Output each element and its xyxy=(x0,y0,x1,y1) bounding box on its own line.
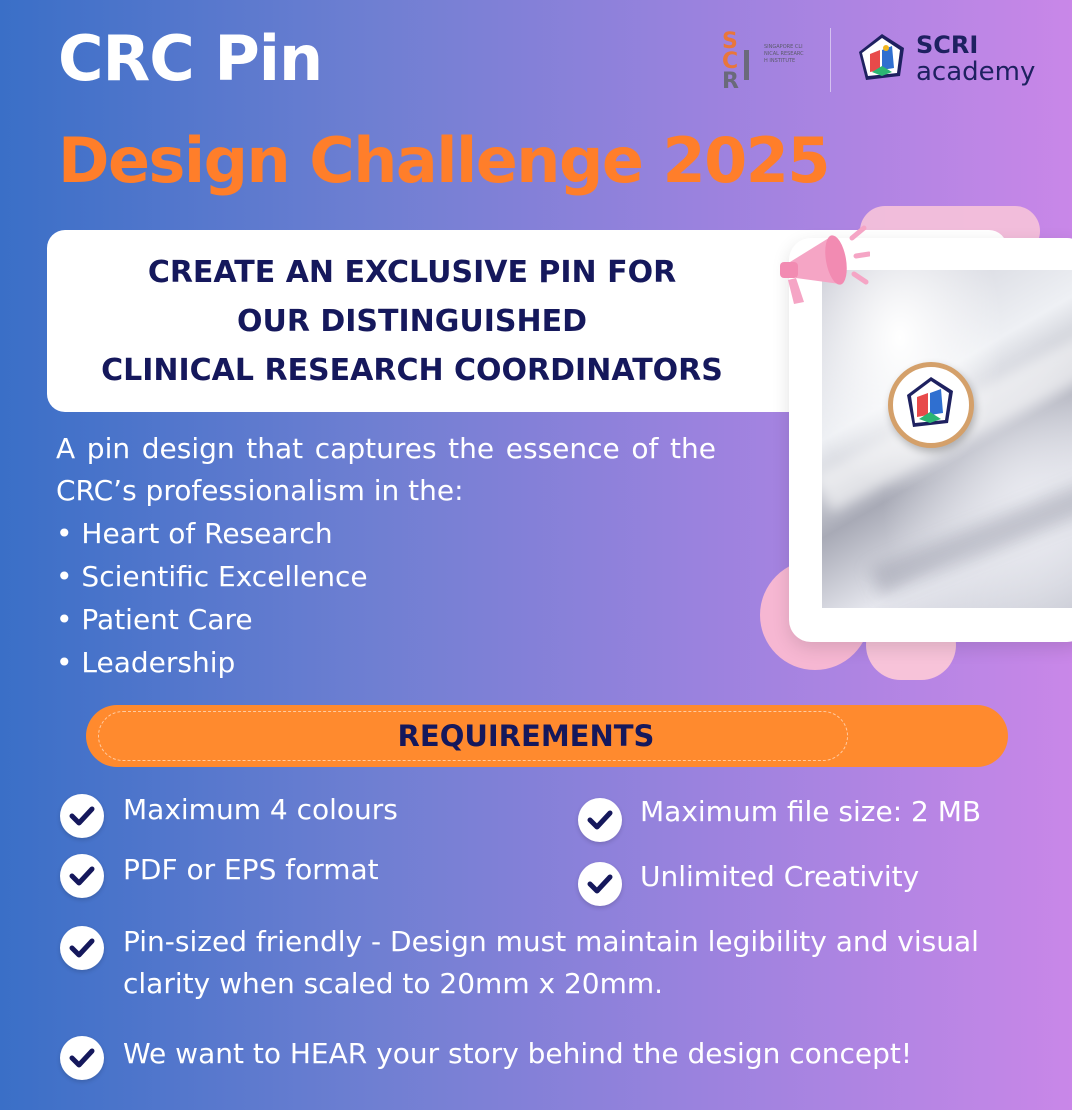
callout-line-2: OUR DISTINGUISHED xyxy=(236,304,588,339)
check-icon xyxy=(60,854,104,898)
megaphone-icon xyxy=(780,225,870,304)
scri-logo: S C R SINGAPORE CLINICAL RESEARCH INSTIT… xyxy=(720,28,815,94)
pin-badge xyxy=(888,362,974,448)
check-icon xyxy=(60,926,104,970)
bullet-item: • Heart of Research xyxy=(56,517,333,550)
check-icon xyxy=(578,862,622,906)
requirement-item: Maximum 4 colours xyxy=(123,793,398,826)
callout-text: CREATE AN EXCLUSIVE PIN FOR OUR DISTINGU… xyxy=(52,248,772,395)
scri-monogram-icon: S C R xyxy=(722,29,749,94)
bullet-item: • Leadership xyxy=(56,646,236,679)
check-icon xyxy=(578,798,622,842)
scri-academy-logo-text: SCRI academy xyxy=(916,33,1035,85)
check-icon xyxy=(60,1036,104,1080)
requirement-item: PDF or EPS format xyxy=(123,853,379,886)
requirement-item: Maximum file size: 2 MB xyxy=(640,795,982,828)
scri-academy-logo-icon xyxy=(859,34,904,80)
pin-logo-icon xyxy=(907,377,953,427)
requirement-item: Unlimited Creativity xyxy=(640,860,920,893)
title-line-1: CRC Pin xyxy=(58,22,323,95)
title-line-2: Design Challenge 2025 xyxy=(58,124,831,197)
requirement-item: We want to HEAR your story behind the de… xyxy=(123,1037,913,1070)
poster: CRC Pin Design Challenge 2025 S C R SING… xyxy=(0,0,1072,1110)
callout-line-3: CLINICAL RESEARCH COORDINATORS xyxy=(101,353,723,388)
bullet-item: • Scientific Excellence xyxy=(56,560,368,593)
callout-line-1: CREATE AN EXCLUSIVE PIN FOR xyxy=(147,255,677,290)
logo-divider xyxy=(830,28,831,92)
academy-line-2: academy xyxy=(916,57,1036,87)
intro-text: A pin design that captures the essence o… xyxy=(56,432,716,507)
requirement-item: Pin-sized friendly - Design must maintai… xyxy=(123,925,979,1000)
svg-text:R: R xyxy=(722,69,739,90)
bullet-list: • Heart of Research • Scientific Excelle… xyxy=(56,512,368,684)
academy-line-1: SCRI xyxy=(916,31,979,59)
bullet-item: • Patient Care xyxy=(56,603,253,636)
check-icon xyxy=(60,794,104,838)
scri-logo-text: SINGAPORE CLINICAL RESEARCH INSTITUTE xyxy=(764,44,804,64)
requirements-heading: REQUIREMENTS xyxy=(397,719,655,753)
